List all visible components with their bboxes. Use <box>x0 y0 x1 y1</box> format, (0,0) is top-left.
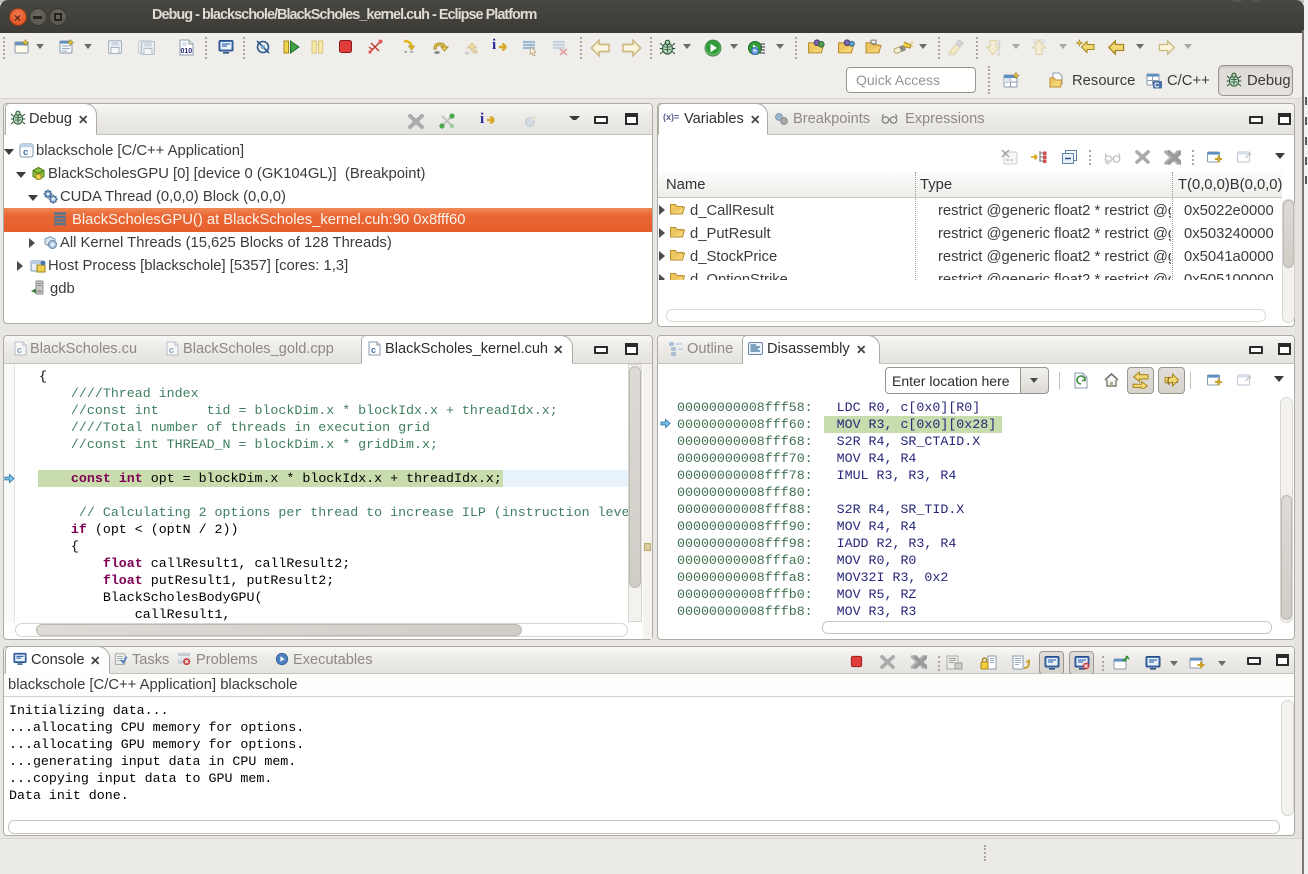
svg-text:010: 010 <box>181 48 193 55</box>
svg-text:{..}: {..} <box>1166 378 1180 386</box>
svg-text:c: c <box>23 147 28 158</box>
svg-text:C: C <box>1154 83 1159 90</box>
